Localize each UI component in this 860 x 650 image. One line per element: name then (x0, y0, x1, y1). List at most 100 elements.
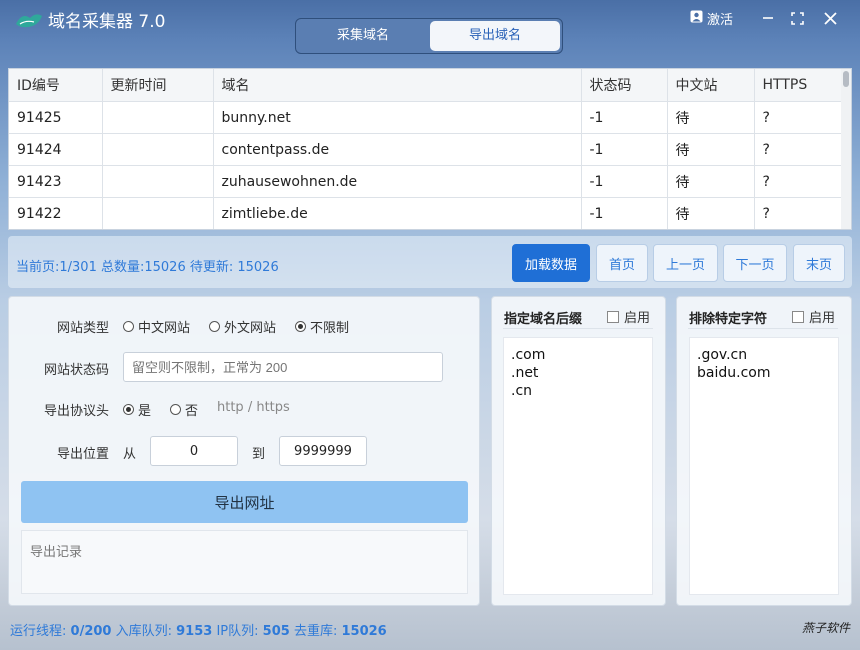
col-header-status-code[interactable]: 状态码 (581, 69, 668, 102)
ip-queue-label: IP队列: (216, 624, 259, 639)
list-item: .gov.cn (697, 347, 748, 363)
cell-https: ? (754, 101, 842, 134)
to-label: 到 (252, 447, 266, 462)
load-data-button[interactable]: 加载数据 (512, 244, 590, 282)
cell-chinese-site: 待 (667, 101, 755, 134)
next-page-button[interactable]: 下一页 (723, 244, 787, 282)
minimize-icon[interactable] (759, 9, 777, 27)
radio-label: 外文网站 (224, 321, 277, 336)
cell-domain: contentpass.de (213, 133, 582, 166)
list-item: .com (511, 347, 546, 363)
site-type-label: 网站类型 (57, 321, 110, 336)
last-page-button[interactable]: 末页 (793, 244, 845, 282)
suffix-list[interactable]: .com .net .cn (503, 337, 653, 595)
site-type-foreign-radio[interactable]: 外文网站 (209, 317, 276, 336)
table-row[interactable]: 91422 zimtliebe.de -1 待 ? (9, 197, 842, 229)
protocol-hint: http / https (217, 400, 290, 415)
exclude-panel-title: 排除特定字符 (689, 312, 768, 327)
cell-https: ? (754, 197, 842, 229)
cell-domain: bunny.net (213, 101, 582, 134)
from-label: 从 (123, 447, 137, 462)
checkbox-label: 启用 (809, 311, 836, 326)
table-header-row: ID编号 更新时间 域名 状态码 中文站 HTTPS (9, 69, 842, 102)
maximize-icon[interactable] (788, 9, 806, 27)
from-input[interactable]: 0 (150, 436, 238, 466)
close-icon[interactable] (821, 9, 839, 27)
activate-button[interactable]: 激活 (690, 9, 733, 28)
suffix-panel-title: 指定域名后缀 (504, 312, 583, 327)
cell-id: 91425 (9, 101, 103, 134)
list-item: .net (511, 365, 539, 381)
cell-updated (102, 101, 214, 134)
col-header-id[interactable]: ID编号 (9, 69, 103, 102)
queue-value: 9153 (176, 624, 213, 639)
activate-label: 激活 (707, 13, 734, 28)
app-logo-icon (14, 10, 44, 30)
cell-domain: zimtliebe.de (213, 197, 582, 229)
radio-circle (170, 404, 181, 415)
table-scrollbar[interactable] (841, 69, 851, 229)
dedupe-value: 15026 (341, 624, 387, 639)
site-type-unlimited-radio[interactable]: 不限制 (295, 317, 349, 336)
cell-chinese-site: 待 (667, 133, 755, 166)
queue-label: 入库队列: (115, 624, 172, 639)
table-row[interactable]: 91425 bunny.net -1 待 ? (9, 101, 842, 134)
cell-chinese-site: 待 (667, 165, 755, 198)
cell-updated (102, 197, 214, 229)
col-header-chinese-site[interactable]: 中文站 (667, 69, 755, 102)
cell-status-code: -1 (581, 197, 668, 229)
divider (503, 328, 653, 329)
status-code-input[interactable] (123, 352, 443, 382)
threads-value: 0/200 (70, 624, 112, 639)
export-log[interactable]: 导出记录 (21, 530, 468, 594)
radio-label: 是 (138, 404, 152, 419)
cell-status-code: -1 (581, 133, 668, 166)
prev-page-button[interactable]: 上一页 (653, 244, 718, 282)
radio-circle (123, 404, 134, 415)
first-page-button[interactable]: 首页 (596, 244, 648, 282)
checkbox-label: 启用 (624, 311, 651, 326)
to-input[interactable]: 9999999 (279, 436, 367, 466)
cell-id: 91423 (9, 165, 103, 198)
dedupe-label: 去重库: (293, 624, 338, 639)
ip-queue-value: 505 (262, 624, 290, 639)
col-header-https[interactable]: HTTPS (754, 69, 842, 102)
export-button[interactable]: 导出网址 (21, 481, 468, 523)
position-label: 导出位置 (57, 447, 110, 462)
cell-updated (102, 165, 214, 198)
tab-export[interactable]: 导出域名 (430, 21, 560, 51)
radio-label: 中文网站 (138, 321, 191, 336)
protocol-yes-radio[interactable]: 是 (123, 400, 151, 419)
app-title: 域名采集器 7.0 (48, 12, 166, 32)
suffix-enable-checkbox[interactable]: 启用 (607, 307, 650, 326)
radio-circle (123, 321, 134, 332)
exclude-list[interactable]: .gov.cn baidu.com (689, 337, 839, 595)
exclude-enable-checkbox[interactable]: 启用 (792, 307, 835, 326)
status-bar: 运行线程: 0/200 入库队列: 9153 IP队列: 505 去重库: 15… (10, 620, 387, 639)
divider (688, 328, 838, 329)
table-row[interactable]: 91424 contentpass.de -1 待 ? (9, 133, 842, 166)
cell-id: 91422 (9, 197, 103, 229)
checkbox-box (607, 310, 619, 323)
scrollbar-thumb[interactable] (843, 71, 849, 87)
tab-collect[interactable]: 采集域名 (298, 21, 428, 51)
radio-circle (295, 321, 306, 332)
mode-tabs: 采集域名 导出域名 (295, 18, 563, 54)
col-header-updated[interactable]: 更新时间 (102, 69, 214, 102)
page-info: 当前页:1/301 总数量:15026 待更新: 15026 (16, 260, 279, 275)
cell-id: 91424 (9, 133, 103, 166)
radio-label: 不限制 (310, 321, 350, 336)
list-item: .cn (511, 383, 533, 399)
cell-status-code: -1 (581, 101, 668, 134)
protocol-no-radio[interactable]: 否 (170, 400, 198, 419)
radio-circle (209, 321, 220, 332)
status-code-label: 网站状态码 (44, 363, 110, 378)
list-item: baidu.com (697, 365, 771, 381)
cell-status-code: -1 (581, 165, 668, 198)
col-header-domain[interactable]: 域名 (213, 69, 582, 102)
cell-updated (102, 133, 214, 166)
radio-label: 否 (185, 404, 199, 419)
table-row[interactable]: 91423 zuhausewohnen.de -1 待 ? (9, 165, 842, 198)
cell-chinese-site: 待 (667, 197, 755, 229)
site-type-chinese-radio[interactable]: 中文网站 (123, 317, 190, 336)
